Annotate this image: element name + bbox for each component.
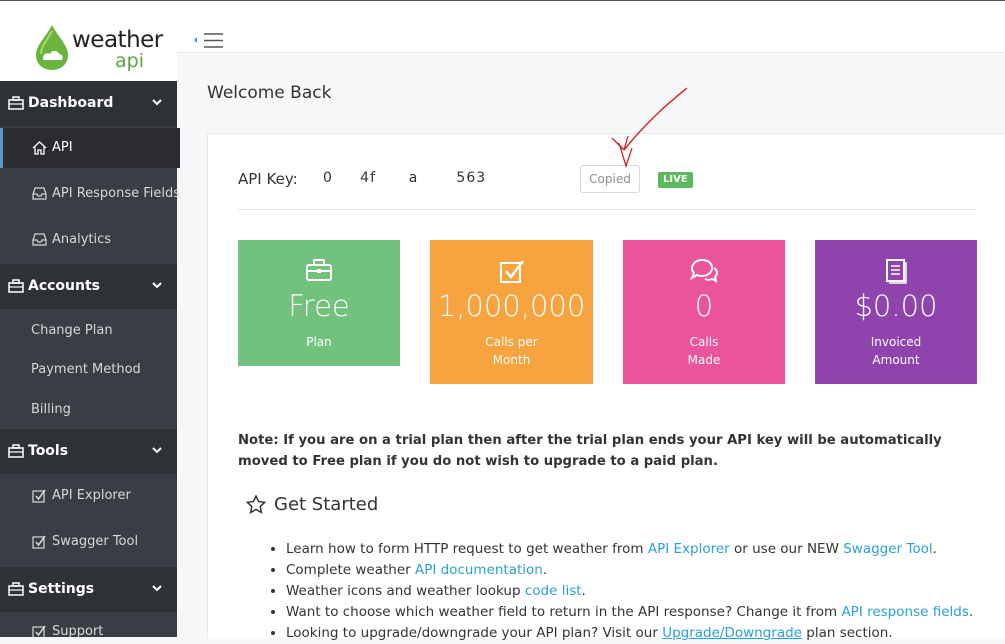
sidebar-section-settings[interactable]: Settings bbox=[0, 567, 177, 612]
chevron-down-icon bbox=[152, 585, 162, 592]
list-item: Looking to upgrade/downgrade your API pl… bbox=[286, 623, 1005, 644]
chevron-down-icon bbox=[152, 447, 162, 454]
sidebar-item-label: Analytics bbox=[52, 232, 112, 247]
sidebar-item-swagger-tool[interactable]: Swagger Tool bbox=[0, 522, 177, 562]
star-icon bbox=[246, 495, 266, 514]
sidebar-item-label: Support bbox=[52, 624, 104, 637]
logo-word-api: api bbox=[115, 50, 144, 72]
chevron-down-icon bbox=[152, 99, 162, 106]
sidebar-section-dashboard[interactable]: Dashboard bbox=[0, 81, 177, 126]
document-icon bbox=[886, 259, 907, 284]
sidebar-section-accounts[interactable]: Accounts bbox=[0, 264, 177, 309]
briefcase-icon bbox=[8, 279, 24, 293]
briefcase-icon bbox=[8, 444, 24, 458]
calls-per-month-tile: 1,000,000 Calls per Month bbox=[430, 240, 593, 384]
plan-tile: Free Plan bbox=[238, 240, 400, 366]
sidebar-item-label: Swagger Tool bbox=[52, 534, 139, 549]
page-title: Welcome Back bbox=[207, 83, 332, 103]
copy-api-key-button[interactable]: Copied bbox=[580, 165, 640, 193]
code-list-link[interactable]: code list bbox=[525, 583, 582, 599]
home-icon bbox=[32, 141, 47, 155]
tile-label: Invoiced Amount bbox=[870, 335, 922, 367]
sidebar-item-label: Billing bbox=[31, 402, 71, 417]
trial-plan-note: Note: If you are on a trial plan then af… bbox=[238, 433, 942, 469]
tile-label: Plan bbox=[306, 335, 332, 349]
list-item: Want to choose which weather field to re… bbox=[286, 602, 1005, 623]
upgrade-downgrade-link[interactable]: Upgrade/Downgrade bbox=[662, 625, 802, 641]
status-badge: LIVE bbox=[658, 172, 693, 188]
api-response-fields-link[interactable]: API response fields bbox=[841, 604, 968, 620]
sidebar-item-api-explorer[interactable]: API Explorer bbox=[0, 476, 177, 516]
check-square-icon bbox=[32, 489, 46, 503]
api-explorer-link[interactable]: API Explorer bbox=[648, 541, 730, 557]
sidebar-item-billing[interactable]: Billing bbox=[0, 390, 177, 430]
sidebar-item-label: API Explorer bbox=[52, 488, 131, 503]
briefcase-icon bbox=[8, 582, 24, 596]
tile-value: $0.00 bbox=[854, 289, 938, 323]
tile-value: 1,000,000 bbox=[437, 289, 586, 323]
inbox-icon bbox=[32, 187, 47, 200]
api-documentation-link[interactable]: API documentation bbox=[415, 562, 543, 578]
sidebar-item-analytics[interactable]: Analytics bbox=[0, 220, 177, 260]
inbox-icon bbox=[32, 233, 47, 246]
sidebar-item-label: API Response Fields bbox=[52, 186, 181, 201]
sidebar-section-label: Dashboard bbox=[28, 95, 114, 111]
tile-label: Calls per Month bbox=[485, 335, 538, 367]
logo[interactable]: weather api bbox=[0, 1, 177, 81]
sidebar-section-label: Tools bbox=[28, 443, 69, 459]
chevron-down-icon bbox=[152, 282, 162, 289]
api-key-label: API Key: bbox=[238, 170, 298, 188]
get-started-heading: Get Started bbox=[274, 494, 379, 515]
comments-icon bbox=[689, 258, 719, 283]
tile-value: Free bbox=[288, 289, 350, 323]
sidebar-item-label: API bbox=[52, 140, 73, 155]
check-square-icon bbox=[499, 260, 524, 283]
sidebar-section-tools[interactable]: Tools bbox=[0, 429, 177, 474]
list-item: Weather icons and weather lookup code li… bbox=[286, 581, 1005, 602]
check-square-icon bbox=[32, 535, 46, 549]
get-started-list: Learn how to form HTTP request to get we… bbox=[268, 539, 1005, 644]
invoiced-amount-tile: $0.00 Invoiced Amount bbox=[815, 240, 977, 384]
sidebar-item-payment-method[interactable]: Payment Method bbox=[0, 350, 177, 390]
weather-drop-logo-icon bbox=[36, 25, 68, 70]
sidebar-item-label: Change Plan bbox=[31, 323, 113, 338]
tile-label: Calls Made bbox=[687, 335, 721, 367]
sidebar-item-support[interactable]: Support bbox=[0, 612, 177, 637]
divider bbox=[238, 209, 976, 210]
list-item: Complete weather API documentation. bbox=[286, 560, 1005, 581]
sidebar-item-change-plan[interactable]: Change Plan bbox=[0, 311, 177, 351]
sidebar-item-label: Payment Method bbox=[31, 362, 141, 377]
sidebar-item-api[interactable]: API bbox=[0, 128, 180, 168]
list-item: Learn how to form HTTP request to get we… bbox=[286, 539, 1005, 560]
menu-toggle-icon[interactable] bbox=[193, 31, 225, 51]
briefcase-icon bbox=[306, 259, 332, 281]
top-bar bbox=[177, 1, 1005, 53]
sidebar-section-label: Accounts bbox=[28, 278, 101, 294]
annotation-arrow-icon bbox=[611, 87, 688, 168]
sidebar-section-label: Settings bbox=[28, 581, 95, 597]
briefcase-icon bbox=[8, 96, 24, 110]
swagger-tool-link[interactable]: Swagger Tool bbox=[843, 541, 932, 557]
sidebar-item-api-response-fields[interactable]: API Response Fields bbox=[0, 174, 181, 214]
calls-made-tile: 0 Calls Made bbox=[623, 240, 785, 384]
api-key-value[interactable]: 0 4f a 563 bbox=[323, 170, 535, 186]
tile-value: 0 bbox=[694, 289, 714, 323]
check-square-icon bbox=[32, 625, 46, 637]
